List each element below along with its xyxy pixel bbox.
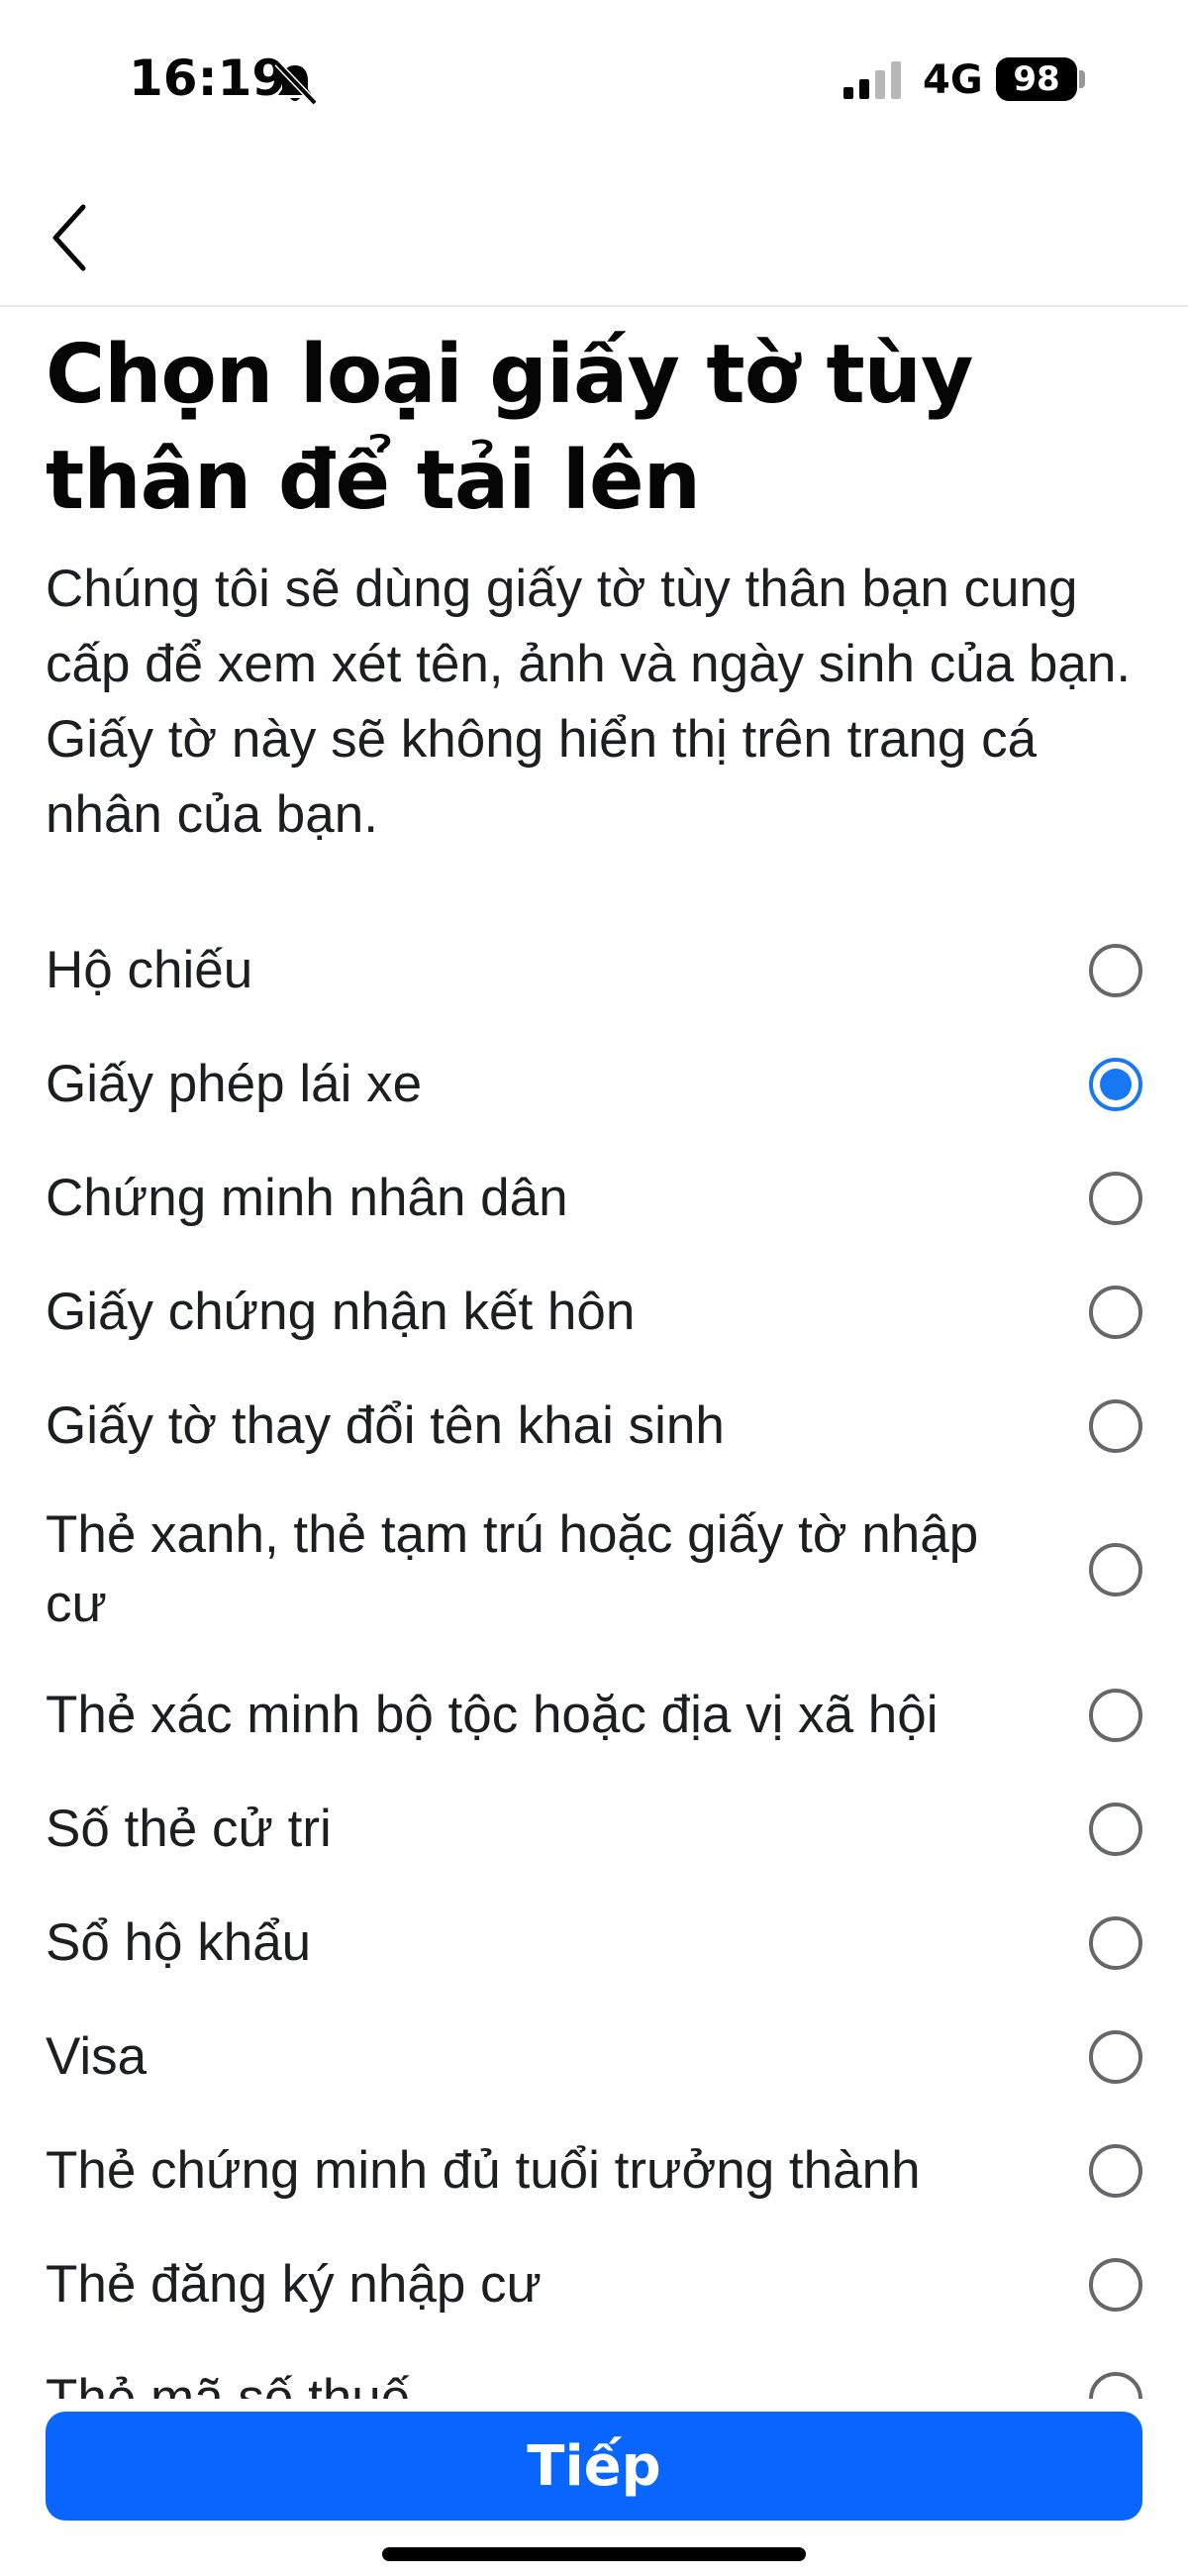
radio-button[interactable] — [1089, 1172, 1142, 1225]
nav-bar — [0, 158, 1188, 307]
option-label: Giấy chứng nhận kết hôn — [46, 1283, 636, 1341]
option-label: Thẻ đăng ký nhập cư — [46, 2255, 543, 2314]
network-label: 4G — [923, 57, 983, 103]
page-title: Chọn loại giấy tờ tùy thân để tải lên — [46, 328, 974, 528]
option-visa[interactable]: Visa — [0, 2008, 1188, 2107]
battery-tip — [1079, 70, 1085, 88]
option-label: Chứng minh nhân dân — [46, 1169, 568, 1227]
radio-button[interactable] — [1089, 2030, 1142, 2084]
radio-button[interactable] — [1089, 944, 1142, 997]
option-green-card[interactable]: Thẻ xanh, thẻ tạm trú hoặc giấy tờ nhập … — [0, 1491, 1188, 1649]
option-label: Visa — [46, 2027, 148, 2086]
back-button[interactable] — [30, 188, 109, 287]
radio-button[interactable] — [1089, 1916, 1142, 1970]
option-national-id[interactable]: Chứng minh nhân dân — [0, 1149, 1188, 1248]
option-driver-license[interactable]: Giấy phép lái xe — [0, 1035, 1188, 1134]
option-label: Số thẻ cử tri — [46, 1800, 332, 1858]
bottom-bar: Tiếp — [0, 2399, 1188, 2576]
option-label: Thẻ xác minh bộ tộc hoặc địa vị xã hội — [46, 1686, 939, 1744]
option-tribal-id[interactable]: Thẻ xác minh bộ tộc hoặc địa vị xã hội — [0, 1666, 1188, 1765]
bell-muted-icon — [274, 60, 318, 106]
radio-button[interactable] — [1089, 1803, 1142, 1856]
option-household-registration[interactable]: Sổ hộ khẩu — [0, 1894, 1188, 1993]
option-age-of-majority-card[interactable]: Thẻ chứng minh đủ tuổi trưởng thành — [0, 2121, 1188, 2220]
option-marriage-certificate[interactable]: Giấy chứng nhận kết hôn — [0, 1263, 1188, 1362]
battery-level: 98 — [1013, 59, 1060, 99]
option-label: Thẻ mã số thuế — [46, 2369, 411, 2399]
radio-button[interactable] — [1089, 2372, 1142, 2399]
option-immigration-registration[interactable]: Thẻ đăng ký nhập cư — [0, 2235, 1188, 2334]
chevron-left-icon — [52, 204, 86, 271]
option-tax-id-card[interactable]: Thẻ mã số thuế — [0, 2349, 1188, 2399]
option-name-change-document[interactable]: Giấy tờ thay đổi tên khai sinh — [0, 1377, 1188, 1476]
signal-icon — [843, 61, 901, 99]
radio-button[interactable] — [1089, 1399, 1142, 1453]
option-label: Sổ hộ khẩu — [46, 1913, 312, 1972]
option-label: Hộ chiếu — [46, 941, 253, 999]
option-passport[interactable]: Hộ chiếu — [0, 921, 1188, 1020]
page-description: Chúng tôi sẽ dùng giấy tờ tùy thân bạn c… — [46, 560, 1132, 844]
radio-button[interactable] — [1089, 1689, 1142, 1742]
option-label: Thẻ chứng minh đủ tuổi trưởng thành — [46, 2141, 921, 2200]
radio-button[interactable] — [1089, 2144, 1142, 2198]
radio-button[interactable] — [1089, 1286, 1142, 1339]
option-label: Giấy tờ thay đổi tên khai sinh — [46, 1396, 725, 1455]
scroll-content[interactable]: Chọn loại giấy tờ tùy thân để tải lên Ch… — [0, 309, 1188, 2399]
next-button[interactable]: Tiếp — [46, 2412, 1142, 2521]
radio-button-selected[interactable] — [1089, 1058, 1142, 1111]
screen: 16:19 4G 98 Chọn loại giấy tờ tùy thân đ… — [0, 0, 1188, 2576]
home-indicator — [382, 2547, 806, 2561]
option-label: Giấy phép lái xe — [46, 1055, 423, 1113]
radio-button[interactable] — [1089, 1543, 1142, 1597]
status-time: 16:19 — [129, 50, 287, 107]
radio-button[interactable] — [1089, 2258, 1142, 2312]
status-bar: 16:19 4G 98 — [0, 0, 1188, 158]
battery-icon: 98 — [996, 57, 1077, 101]
option-label: Thẻ xanh, thẻ tạm trú hoặc giấy tờ nhập … — [46, 1505, 979, 1633]
option-voter-card[interactable]: Số thẻ cử tri — [0, 1780, 1188, 1879]
